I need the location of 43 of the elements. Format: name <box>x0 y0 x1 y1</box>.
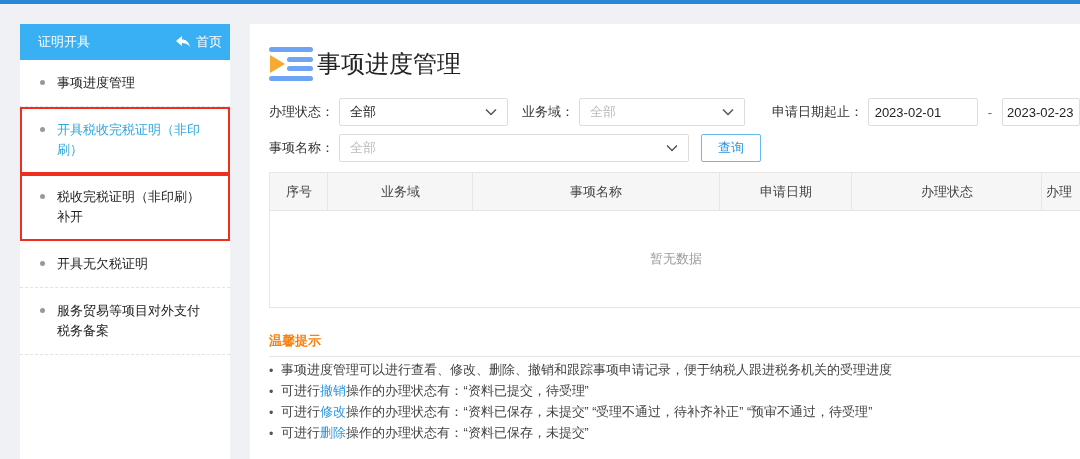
column-header: 申请日期 <box>719 172 852 211</box>
operation-link[interactable]: 删除 <box>320 426 347 440</box>
chevron-down-icon <box>666 144 678 152</box>
column-header: 事项名称 <box>472 172 720 211</box>
bullet-icon: • <box>269 363 274 378</box>
bullet-icon: • <box>269 426 274 441</box>
tip-text: 事项进度管理可以进行查看、修改、删除、撤销和跟踪事项申请记录，便于纳税人跟进税务机关的受理进度 <box>281 362 893 379</box>
column-header: 序号 <box>269 172 328 211</box>
list-play-icon <box>269 46 315 82</box>
bullet-icon: • <box>269 384 274 399</box>
operation-link[interactable]: 修改 <box>320 405 347 419</box>
page-title: 事项进度管理 <box>317 49 461 79</box>
chevron-down-icon <box>484 108 497 116</box>
sidebar-item[interactable]: 服务贸易等项目对外支付税务备案 <box>20 288 230 355</box>
status-select[interactable]: 全部 <box>339 98 508 126</box>
sidebar-item[interactable]: 开具税收完税证明（非印刷） <box>20 107 230 174</box>
date-separator: - <box>987 104 992 120</box>
query-button[interactable]: 查询 <box>701 134 761 162</box>
start-date-field[interactable]: 2023-02-01 <box>867 98 978 126</box>
empty-message: 暂无数据 <box>649 250 702 268</box>
item-name-select[interactable]: 全部 <box>339 134 689 162</box>
operation-link[interactable]: 撤销 <box>320 384 347 398</box>
end-date-field[interactable]: 2023-02-23 <box>1002 98 1080 126</box>
column-header: 业务域 <box>327 172 473 211</box>
field-label: 业务域： <box>521 103 574 121</box>
sidebar-item[interactable]: 开具无欠税证明 <box>20 241 230 288</box>
sidebar-item[interactable]: 税收完税证明（非印刷）补开 <box>20 174 230 241</box>
tip-text: 可进行修改操作的办理状态有：“资料已保存，未提交” “受理不通过，待补齐补正” “预审不通过，待受理” <box>281 404 873 421</box>
home-link[interactable]: 首页 <box>176 33 222 51</box>
column-header: 办理状态 <box>851 172 1042 211</box>
field-label: 申请日期起止： <box>771 103 863 121</box>
tip-text: 可进行撤销操作的办理状态有：“资料已提交，待受理” <box>281 383 589 400</box>
sidebar-item[interactable]: 事项进度管理 <box>20 60 230 107</box>
domain-select[interactable]: 全部 <box>578 98 745 126</box>
tip-text: 可进行删除操作的办理状态有：“资料已保存，未提交” <box>281 425 589 442</box>
chevron-down-icon <box>721 108 734 116</box>
return-arrow-icon <box>176 36 190 48</box>
sidebar-title: 证明开具 <box>38 33 90 51</box>
column-header: 办理 <box>1041 172 1080 211</box>
bullet-icon: • <box>269 405 274 420</box>
field-label: 事项名称： <box>269 139 334 157</box>
tips-title: 温馨提示 <box>269 333 321 348</box>
field-label: 办理状态： <box>269 103 334 121</box>
